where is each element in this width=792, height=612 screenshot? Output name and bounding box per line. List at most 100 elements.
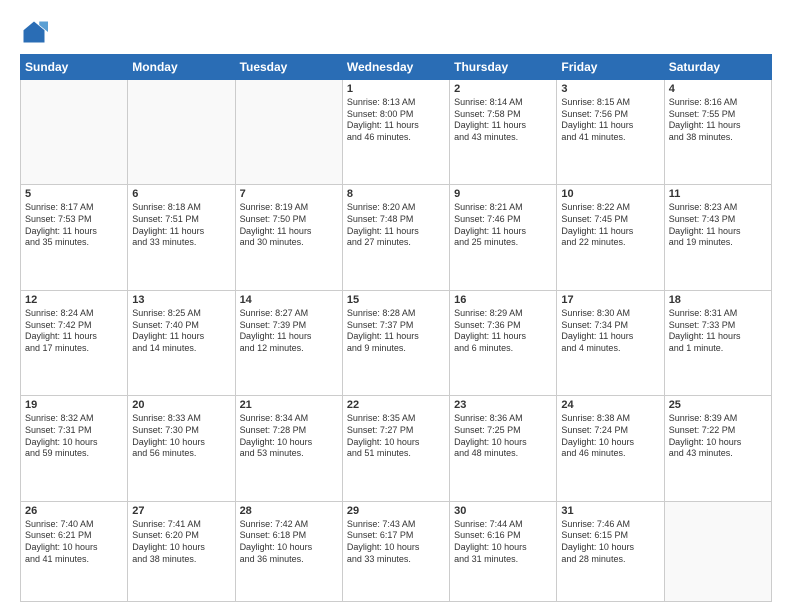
cell-info: Sunset: 7:39 PM	[240, 320, 338, 332]
cell-info: and 35 minutes.	[25, 237, 123, 249]
cell-info: Daylight: 10 hours	[240, 542, 338, 554]
day-number: 5	[25, 188, 123, 200]
day-number: 21	[240, 399, 338, 411]
calendar-cell: 7Sunrise: 8:19 AMSunset: 7:50 PMDaylight…	[235, 185, 342, 290]
cell-info: Sunset: 7:43 PM	[669, 214, 767, 226]
cell-info: Daylight: 10 hours	[132, 542, 230, 554]
cell-info: Daylight: 11 hours	[240, 331, 338, 343]
day-number: 10	[561, 188, 659, 200]
day-number: 15	[347, 294, 445, 306]
cell-info: Sunrise: 7:42 AM	[240, 519, 338, 531]
weekday-header: Thursday	[450, 55, 557, 80]
calendar-cell: 8Sunrise: 8:20 AMSunset: 7:48 PMDaylight…	[342, 185, 449, 290]
cell-info: Sunrise: 8:22 AM	[561, 202, 659, 214]
cell-info: Daylight: 10 hours	[347, 542, 445, 554]
weekday-header: Tuesday	[235, 55, 342, 80]
day-number: 29	[347, 505, 445, 517]
cell-info: and 12 minutes.	[240, 343, 338, 355]
cell-info: Daylight: 10 hours	[454, 437, 552, 449]
cell-info: Sunrise: 8:14 AM	[454, 97, 552, 109]
page: SundayMondayTuesdayWednesdayThursdayFrid…	[0, 0, 792, 612]
cell-info: Daylight: 10 hours	[25, 437, 123, 449]
day-number: 31	[561, 505, 659, 517]
logo	[20, 18, 52, 46]
cell-info: Sunset: 7:31 PM	[25, 425, 123, 437]
cell-info: Sunrise: 8:33 AM	[132, 413, 230, 425]
calendar-cell: 28Sunrise: 7:42 AMSunset: 6:18 PMDayligh…	[235, 501, 342, 601]
calendar-cell: 20Sunrise: 8:33 AMSunset: 7:30 PMDayligh…	[128, 396, 235, 501]
calendar-cell: 12Sunrise: 8:24 AMSunset: 7:42 PMDayligh…	[21, 290, 128, 395]
cell-info: Sunrise: 8:38 AM	[561, 413, 659, 425]
cell-info: Daylight: 11 hours	[669, 331, 767, 343]
cell-info: Daylight: 11 hours	[454, 331, 552, 343]
cell-info: and 59 minutes.	[25, 448, 123, 460]
day-number: 23	[454, 399, 552, 411]
calendar-cell: 26Sunrise: 7:40 AMSunset: 6:21 PMDayligh…	[21, 501, 128, 601]
cell-info: Sunrise: 8:21 AM	[454, 202, 552, 214]
cell-info: and 28 minutes.	[561, 554, 659, 566]
cell-info: Sunset: 8:00 PM	[347, 109, 445, 121]
day-number: 14	[240, 294, 338, 306]
calendar-cell: 29Sunrise: 7:43 AMSunset: 6:17 PMDayligh…	[342, 501, 449, 601]
calendar-cell: 21Sunrise: 8:34 AMSunset: 7:28 PMDayligh…	[235, 396, 342, 501]
weekday-header: Monday	[128, 55, 235, 80]
cell-info: Sunset: 7:25 PM	[454, 425, 552, 437]
day-number: 2	[454, 83, 552, 95]
cell-info: Daylight: 11 hours	[561, 120, 659, 132]
cell-info: Sunrise: 8:28 AM	[347, 308, 445, 320]
cell-info: Daylight: 11 hours	[454, 226, 552, 238]
cell-info: Sunset: 7:24 PM	[561, 425, 659, 437]
cell-info: Sunset: 7:30 PM	[132, 425, 230, 437]
cell-info: Sunset: 7:22 PM	[669, 425, 767, 437]
cell-info: Daylight: 11 hours	[669, 226, 767, 238]
cell-info: Daylight: 10 hours	[132, 437, 230, 449]
day-number: 8	[347, 188, 445, 200]
calendar-cell: 31Sunrise: 7:46 AMSunset: 6:15 PMDayligh…	[557, 501, 664, 601]
day-number: 17	[561, 294, 659, 306]
cell-info: Sunrise: 8:35 AM	[347, 413, 445, 425]
calendar-cell: 10Sunrise: 8:22 AMSunset: 7:45 PMDayligh…	[557, 185, 664, 290]
cell-info: Daylight: 11 hours	[347, 331, 445, 343]
cell-info: and 41 minutes.	[561, 132, 659, 144]
cell-info: and 22 minutes.	[561, 237, 659, 249]
calendar-cell: 11Sunrise: 8:23 AMSunset: 7:43 PMDayligh…	[664, 185, 771, 290]
calendar-cell: 2Sunrise: 8:14 AMSunset: 7:58 PMDaylight…	[450, 80, 557, 185]
cell-info: Sunrise: 7:44 AM	[454, 519, 552, 531]
calendar-cell: 18Sunrise: 8:31 AMSunset: 7:33 PMDayligh…	[664, 290, 771, 395]
header	[20, 18, 772, 46]
cell-info: and 25 minutes.	[454, 237, 552, 249]
cell-info: and 46 minutes.	[347, 132, 445, 144]
cell-info: Sunset: 6:18 PM	[240, 530, 338, 542]
cell-info: and 17 minutes.	[25, 343, 123, 355]
cell-info: and 36 minutes.	[240, 554, 338, 566]
cell-info: and 33 minutes.	[132, 237, 230, 249]
cell-info: Daylight: 11 hours	[240, 226, 338, 238]
calendar-cell: 4Sunrise: 8:16 AMSunset: 7:55 PMDaylight…	[664, 80, 771, 185]
calendar-cell: 24Sunrise: 8:38 AMSunset: 7:24 PMDayligh…	[557, 396, 664, 501]
cell-info: and 9 minutes.	[347, 343, 445, 355]
calendar-cell: 14Sunrise: 8:27 AMSunset: 7:39 PMDayligh…	[235, 290, 342, 395]
calendar-cell: 22Sunrise: 8:35 AMSunset: 7:27 PMDayligh…	[342, 396, 449, 501]
cell-info: Daylight: 11 hours	[669, 120, 767, 132]
day-number: 12	[25, 294, 123, 306]
cell-info: Sunrise: 8:36 AM	[454, 413, 552, 425]
calendar-table: SundayMondayTuesdayWednesdayThursdayFrid…	[20, 54, 772, 602]
day-number: 24	[561, 399, 659, 411]
calendar-cell: 6Sunrise: 8:18 AMSunset: 7:51 PMDaylight…	[128, 185, 235, 290]
calendar-week-row: 5 Sunrise: 8:17 AMSunset: 7:53 PM Daylight…	[21, 185, 772, 290]
cell-info: Sunset: 6:21 PM	[25, 530, 123, 542]
cell-info: Sunrise: 8:24 AM	[25, 308, 123, 320]
cell-info: Sunset: 7:46 PM	[454, 214, 552, 226]
cell-info: Sunrise: 7:41 AM	[132, 519, 230, 531]
cell-info: Sunset: 7:34 PM	[561, 320, 659, 332]
cell-info: Sunset: 7:53 PM	[25, 214, 123, 226]
cell-info: Sunset: 7:33 PM	[669, 320, 767, 332]
cell-info: Sunrise: 8:13 AM	[347, 97, 445, 109]
calendar-cell: 25Sunrise: 8:39 AMSunset: 7:22 PMDayligh…	[664, 396, 771, 501]
cell-info: Sunrise: 8:25 AM	[132, 308, 230, 320]
cell-info: and 41 minutes.	[25, 554, 123, 566]
cell-info: Sunset: 7:50 PM	[240, 214, 338, 226]
cell-info: Daylight: 10 hours	[669, 437, 767, 449]
calendar-cell: 19Sunrise: 8:32 AMSunset: 7:31 PMDayligh…	[21, 396, 128, 501]
cell-info: Sunrise: 8:17 AM	[25, 202, 123, 214]
